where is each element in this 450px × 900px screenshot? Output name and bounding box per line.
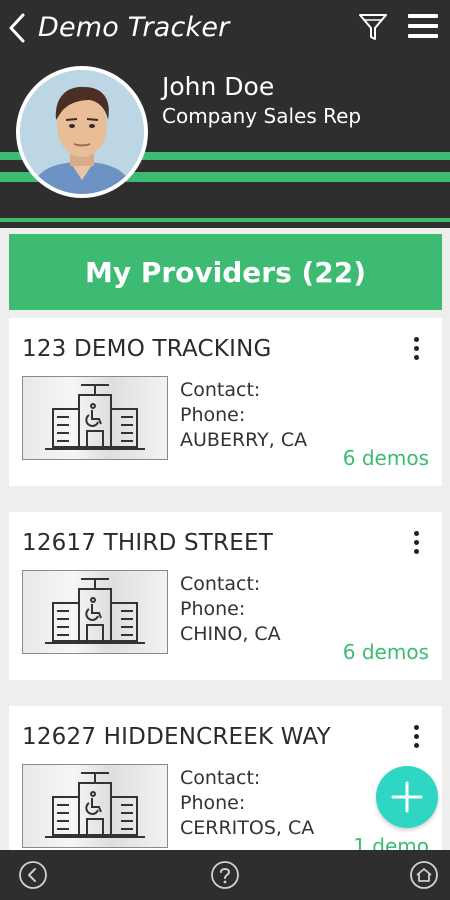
app-header: Demo Tracker John Doe Company Sales Rep: [0, 0, 450, 228]
more-vertical-icon: [413, 725, 419, 730]
demo-count: 6 demos: [342, 640, 429, 664]
help-button[interactable]: [210, 860, 240, 890]
demo-count: 6 demos: [342, 446, 429, 470]
avatar[interactable]: [16, 66, 148, 198]
user-name: John Doe: [162, 72, 275, 101]
phone-label: Phone:: [180, 598, 246, 620]
contact-label: Contact:: [180, 767, 261, 789]
provider-info: Contact: Phone: CERRITOS, CA: [180, 766, 314, 841]
menu-button[interactable]: [405, 10, 441, 42]
provider-info: Contact: Phone: CHINO, CA: [180, 572, 281, 647]
filter-funnel-icon: [359, 14, 387, 40]
card-menu-button[interactable]: [405, 334, 427, 368]
circle-help-icon: [211, 861, 239, 889]
bottom-nav: [0, 850, 450, 900]
nav-back-button[interactable]: [18, 860, 48, 890]
contact-label: Contact:: [180, 379, 261, 401]
phone-label: Phone:: [180, 404, 246, 426]
home-button[interactable]: [409, 860, 439, 890]
provider-card[interactable]: 123 DEMO TRACKING Contact: Phone: AUBERR…: [9, 318, 442, 486]
phone-label: Phone:: [180, 792, 246, 814]
circle-home-icon: [410, 861, 438, 889]
card-menu-button[interactable]: [405, 722, 427, 756]
add-provider-button[interactable]: [376, 766, 438, 828]
user-avatar-illustration: [20, 70, 144, 194]
section-title: My Providers (22): [9, 234, 442, 310]
app-title: Demo Tracker: [38, 12, 230, 43]
user-role: Company Sales Rep: [162, 104, 362, 128]
building-accessible-icon: [45, 578, 145, 644]
provider-name: 123 DEMO TRACKING: [22, 336, 272, 362]
filter-button[interactable]: [356, 10, 390, 44]
back-button[interactable]: [4, 10, 32, 46]
building-accessible-icon: [45, 384, 145, 450]
provider-thumbnail: [22, 376, 168, 460]
more-vertical-icon: [413, 337, 419, 342]
provider-location: AUBERRY, CA: [180, 429, 308, 451]
header-stripe: [0, 218, 450, 222]
provider-location: CHINO, CA: [180, 623, 281, 645]
building-accessible-icon: [45, 772, 145, 838]
provider-info: Contact: Phone: AUBERRY, CA: [180, 378, 307, 453]
top-bar: Demo Tracker: [0, 0, 450, 56]
card-menu-button[interactable]: [405, 528, 427, 562]
provider-name: 12617 THIRD STREET: [22, 530, 273, 556]
plus-icon: [391, 781, 423, 813]
provider-thumbnail: [22, 570, 168, 654]
provider-card[interactable]: 12617 THIRD STREET Contact: Phone: CHINO…: [9, 512, 442, 680]
provider-name: 12627 HIDDENCREEK WAY: [22, 724, 331, 750]
more-vertical-icon: [413, 531, 419, 536]
chevron-left-icon: [9, 13, 25, 43]
provider-thumbnail: [22, 764, 168, 848]
contact-label: Contact:: [180, 573, 261, 595]
hamburger-menu-icon: [408, 14, 438, 38]
circle-back-icon: [19, 861, 47, 889]
provider-location: CERRITOS, CA: [180, 817, 315, 839]
